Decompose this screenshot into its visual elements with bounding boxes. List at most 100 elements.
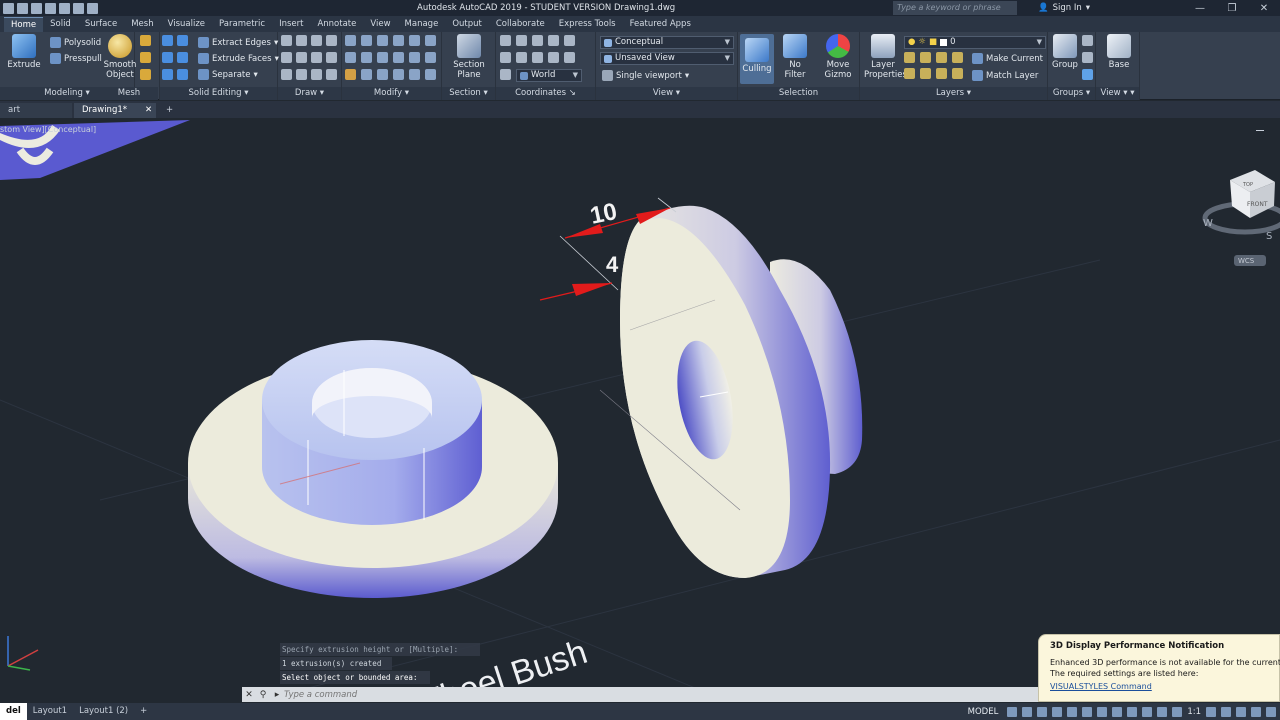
layer-properties-button[interactable]: Layer Properties [864, 34, 907, 80]
culling-button[interactable]: Culling [740, 34, 774, 84]
layer-freeze-icon[interactable] [936, 52, 947, 63]
pencil-icon[interactable] [345, 69, 356, 80]
layer-unlock-icon[interactable] [952, 68, 963, 79]
offset-icon[interactable] [425, 52, 436, 63]
ucs-y-icon[interactable] [564, 35, 575, 46]
mirror-icon[interactable] [409, 35, 420, 46]
object-snap-tracking-icon[interactable] [1082, 706, 1093, 717]
ucs-zaxis-icon[interactable] [500, 69, 511, 80]
search-input[interactable]: Type a keyword or phrase [893, 1, 1017, 15]
3d-object-snap-icon[interactable] [1142, 706, 1153, 717]
isodraft-toggle-icon[interactable] [1067, 706, 1078, 717]
model-space-toggle[interactable]: MODEL [968, 707, 999, 717]
viewcube-front-label[interactable]: FRONT [1247, 201, 1268, 208]
join-icon[interactable] [377, 69, 388, 80]
viewcube[interactable]: TOP FRONT W S WCS [1202, 170, 1280, 266]
layer-lock-icon[interactable] [952, 52, 963, 63]
fillet-icon[interactable] [425, 35, 436, 46]
mesh-box-icon[interactable] [140, 35, 151, 46]
no-filter-button[interactable]: No Filter [778, 34, 812, 80]
panel-title-view[interactable]: View ▾ [596, 87, 737, 100]
panel-title-mesh[interactable]: Mesh [100, 87, 158, 100]
union-icon[interactable] [162, 35, 173, 46]
tab-parametric[interactable]: Parametric [212, 17, 272, 32]
spline-icon[interactable] [326, 35, 337, 46]
panel-title-groups[interactable]: Groups ▾ [1048, 87, 1095, 100]
scale-icon[interactable] [361, 52, 372, 63]
polysolid-button[interactable]: Polysolid [50, 37, 101, 48]
grid-toggle-icon[interactable] [1007, 706, 1018, 717]
stretch-icon[interactable] [345, 52, 356, 63]
base-button[interactable]: Base [1104, 34, 1134, 70]
restore-button[interactable]: ❐ [1216, 0, 1248, 16]
extrude-faces-button[interactable]: Extrude Faces ▾ [198, 53, 279, 64]
panel-title-modify[interactable]: Modify ▾ [342, 87, 441, 100]
layout-tab-model[interactable]: del [0, 703, 27, 720]
tab-surface[interactable]: Surface [78, 17, 124, 32]
array-icon[interactable] [377, 52, 388, 63]
lengthen-icon[interactable] [425, 69, 436, 80]
tab-collaborate[interactable]: Collaborate [489, 17, 552, 32]
snap-toggle-icon[interactable] [1022, 706, 1033, 717]
extrude-button[interactable]: Extrude [6, 34, 42, 70]
ellipse-icon[interactable] [326, 52, 337, 63]
hardware-acceleration-icon[interactable] [1251, 706, 1261, 717]
close-icon[interactable]: ✕ [145, 103, 152, 118]
compass-west-label[interactable]: W [1203, 218, 1213, 229]
move-icon[interactable] [345, 35, 356, 46]
viewcube-top-label[interactable]: TOP [1242, 182, 1253, 188]
command-input[interactable] [284, 689, 884, 700]
shell-icon[interactable] [177, 69, 188, 80]
smooth-object-button[interactable]: Smooth Object [100, 34, 140, 80]
slice-icon[interactable] [177, 35, 188, 46]
new-icon[interactable] [3, 2, 14, 14]
panel-title-view-base[interactable]: View ▾ ▾ [1096, 87, 1139, 100]
file-tab-start[interactable]: art [0, 103, 72, 118]
tab-solid[interactable]: Solid [43, 17, 78, 32]
gizmo-toggle-icon[interactable] [1157, 706, 1168, 717]
drawing-viewport[interactable]: 10 4 Wheel Bush TOP FRONT W S WCS stom V… [0, 118, 1280, 687]
ortho-toggle-icon[interactable] [1037, 706, 1048, 717]
mesh-crease-icon[interactable] [140, 69, 151, 80]
layout-tab-layout1[interactable]: Layout1 [27, 703, 73, 720]
trim-icon[interactable] [377, 35, 388, 46]
group-select-icon[interactable] [1082, 69, 1093, 80]
ungroup-icon[interactable] [1082, 35, 1093, 46]
arc-icon[interactable] [311, 35, 322, 46]
section-plane-button[interactable]: Section Plane [450, 34, 488, 80]
new-tab-button[interactable]: + [158, 103, 181, 118]
ucs-world-dropdown[interactable]: World ▼ [516, 69, 582, 82]
customization-menu-icon[interactable] [1266, 706, 1276, 717]
mesh-refine-icon[interactable] [140, 52, 151, 63]
panel-title-layers[interactable]: Layers ▾ [860, 87, 1047, 100]
rectangle-icon[interactable] [296, 52, 307, 63]
file-tab-drawing1[interactable]: Drawing1* ✕ [74, 103, 156, 118]
panel-title-solid-editing[interactable]: Solid Editing ▾ [160, 87, 277, 100]
rotate-icon[interactable] [361, 35, 372, 46]
annotation-monitor-icon[interactable] [1221, 706, 1231, 717]
ucs-z-icon[interactable] [500, 52, 511, 63]
ucs-face-icon[interactable] [548, 52, 559, 63]
layer-off-icon[interactable] [904, 52, 915, 63]
tab-insert[interactable]: Insert [272, 17, 310, 32]
minimize-button[interactable]: — [1184, 0, 1216, 16]
construction-line-icon[interactable] [281, 52, 292, 63]
layer-on-icon[interactable] [904, 68, 915, 79]
polygon-icon[interactable] [281, 69, 292, 80]
interfere-icon[interactable] [177, 52, 188, 63]
tab-output[interactable]: Output [445, 17, 489, 32]
layout-tab-layout1-2[interactable]: Layout1 (2) [73, 703, 134, 720]
ucs-icon[interactable] [500, 35, 511, 46]
intersect-icon[interactable] [162, 69, 173, 80]
selection-cycling-icon[interactable] [1127, 706, 1138, 717]
make-current-button[interactable]: Make Current [972, 53, 1043, 64]
layer-unisolate-icon[interactable] [920, 68, 931, 79]
presspull-button[interactable]: Presspull [50, 53, 102, 64]
ucs-named-icon[interactable] [564, 52, 575, 63]
tab-manage[interactable]: Manage [398, 17, 446, 32]
copy-icon[interactable] [393, 35, 404, 46]
new-layout-button[interactable]: + [134, 703, 153, 720]
separate-button[interactable]: Separate ▾ [198, 69, 258, 80]
tab-view[interactable]: View [363, 17, 397, 32]
ucs-object-icon[interactable] [532, 52, 543, 63]
